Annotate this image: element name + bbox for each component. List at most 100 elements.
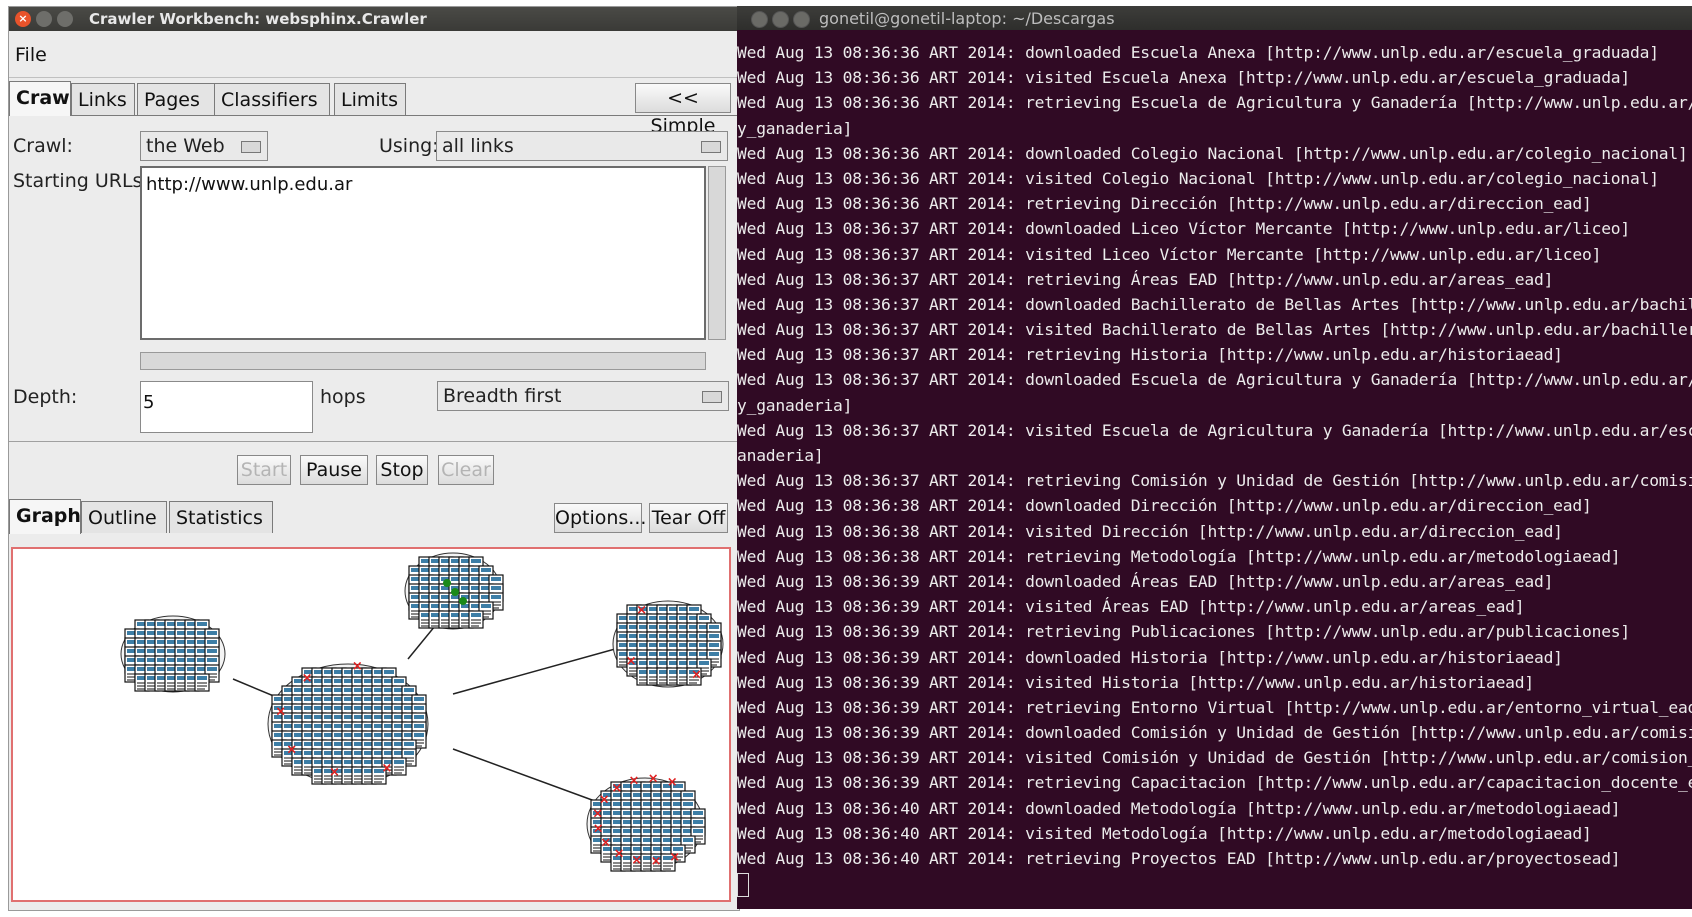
crawl-label: Crawl:	[13, 135, 73, 157]
terminal-line: y_ganaderia]	[737, 118, 853, 138]
graph-edge	[452, 748, 604, 805]
crawl-graph-panel[interactable]: × × × × × × × × × × × × × × × × × × × × ×	[11, 547, 731, 902]
error-mark-icon: ×	[599, 792, 610, 807]
crawl-graph[interactable]: ×××××××××××××××××× × × ×	[13, 549, 729, 900]
simple-mode-button[interactable]: << Simple	[635, 83, 731, 137]
terminal-line: Wed Aug 13 08:36:39 ART 2014: visited Ár…	[737, 597, 1525, 617]
tab-links[interactable]: Links	[71, 83, 135, 115]
graph-node-cluster[interactable]	[404, 552, 504, 630]
depth-label: Depth:	[13, 386, 78, 408]
starting-urls-textarea[interactable]: http://www.unlp.edu.ar	[140, 166, 706, 340]
visited-mark-icon	[451, 588, 459, 596]
terminal-titlebar: gonetil@gonetil-laptop: ~/Descargas	[737, 6, 1692, 30]
terminal-line: Wed Aug 13 08:36:37 ART 2014: retrieving…	[737, 269, 1554, 289]
dropdown-arrow-icon	[701, 141, 721, 153]
maximize-window-button[interactable]	[57, 11, 73, 27]
close-window-button[interactable]	[751, 11, 768, 28]
clear-button[interactable]: Clear	[438, 455, 494, 485]
tear-off-button[interactable]: Tear Off	[649, 503, 728, 533]
terminal-line: Wed Aug 13 08:36:39 ART 2014: visited Co…	[737, 748, 1692, 768]
window-title: Crawler Workbench: websphinx.Crawler	[89, 10, 427, 28]
minimize-window-button[interactable]	[36, 11, 52, 27]
maximize-window-button[interactable]	[793, 11, 810, 28]
link-type-select[interactable]: all links	[436, 131, 728, 161]
link-type-value: all links	[442, 135, 514, 157]
terminal-line: Wed Aug 13 08:36:40 ART 2014: visited Me…	[737, 823, 1592, 843]
tab-pages[interactable]: Pages	[137, 83, 221, 115]
minimize-window-button[interactable]	[772, 11, 789, 28]
pause-button[interactable]: Pause	[300, 455, 368, 485]
terminal-line: Wed Aug 13 08:36:36 ART 2014: visited Es…	[737, 68, 1630, 88]
crawler-workbench-window: × Crawler Workbench: websphinx.Crawler F…	[8, 6, 740, 911]
hops-label: hops	[320, 386, 366, 408]
search-order-value: Breadth first	[443, 385, 562, 407]
terminal-line: Wed Aug 13 08:36:39 ART 2014: retrieving…	[737, 697, 1692, 717]
terminal-line: Wed Aug 13 08:36:39 ART 2014: downloaded…	[737, 647, 1563, 667]
graph-node-cluster[interactable]: × × ×	[612, 600, 724, 688]
terminal-line: Wed Aug 13 08:36:36 ART 2014: downloaded…	[737, 143, 1688, 163]
search-order-select[interactable]: Breadth first	[437, 381, 729, 411]
crawl-scope-select[interactable]: the Web	[140, 131, 268, 161]
terminal-line: Wed Aug 13 08:36:37 ART 2014: retrieving…	[737, 471, 1692, 491]
terminal-line: Wed Aug 13 08:36:40 ART 2014: downloaded…	[737, 798, 1621, 818]
crawler-titlebar: × Crawler Workbench: websphinx.Crawler	[9, 7, 739, 31]
terminal-line: Wed Aug 13 08:36:40 ART 2014: retrieving…	[737, 849, 1621, 868]
start-button[interactable]: Start	[237, 455, 291, 485]
tab-outline[interactable]: Outline	[81, 501, 167, 533]
terminal-title: gonetil@gonetil-laptop: ~/Descargas	[819, 9, 1115, 28]
dropdown-arrow-icon	[702, 391, 722, 403]
error-mark-icon: ×	[352, 659, 363, 674]
terminal-window: gonetil@gonetil-laptop: ~/Descargas Wed …	[737, 6, 1692, 909]
terminal-prompt[interactable]	[737, 871, 1692, 897]
error-mark-icon: ×	[275, 705, 286, 720]
terminal-output[interactable]: Wed Aug 13 08:36:36 ART 2014: downloaded…	[737, 30, 1692, 909]
terminal-line: Wed Aug 13 08:36:37 ART 2014: downloaded…	[737, 370, 1692, 390]
menu-file[interactable]: File	[15, 44, 47, 66]
graph-node-cluster-root[interactable]: × × × × × ×	[267, 659, 429, 785]
graph-clusters: ×××××××××××××××××× × × ×	[120, 552, 724, 872]
error-mark-icon: ×	[631, 853, 642, 868]
tab-graph[interactable]: Graph	[9, 499, 81, 534]
config-tab-bar: Crawl Links Pages Classifiers Limits << …	[9, 79, 739, 137]
using-label: Using:	[379, 135, 439, 157]
terminal-line: y_ganaderia]	[737, 395, 853, 415]
terminal-line: Wed Aug 13 08:36:37 ART 2014: visited Es…	[737, 420, 1692, 440]
menu-bar: File	[9, 31, 739, 78]
depth-input[interactable]: 5	[140, 381, 313, 433]
terminal-line: Wed Aug 13 08:36:39 ART 2014: visited Hi…	[737, 672, 1534, 692]
terminal-line: Wed Aug 13 08:36:39 ART 2014: downloaded…	[737, 723, 1692, 743]
terminal-line: Wed Aug 13 08:36:36 ART 2014: visited Co…	[737, 168, 1659, 188]
close-window-button[interactable]: ×	[15, 11, 31, 27]
terminal-line: Wed Aug 13 08:36:39 ART 2014: retrieving…	[737, 773, 1692, 793]
tab-classifiers[interactable]: Classifiers	[214, 83, 330, 115]
error-mark-icon: ×	[614, 846, 625, 861]
error-mark-icon: ×	[600, 836, 611, 851]
error-mark-icon: ×	[626, 654, 637, 669]
terminal-line: Wed Aug 13 08:36:39 ART 2014: downloaded…	[737, 571, 1554, 591]
divider	[9, 441, 739, 442]
error-mark-icon: ×	[302, 671, 313, 686]
error-mark-icon: ×	[381, 761, 392, 776]
terminal-cursor	[737, 872, 749, 897]
graph-node-cluster[interactable]: ××××××××× × × ×	[586, 772, 706, 872]
terminal-line: Wed Aug 13 08:36:37 ART 2014: visited Li…	[737, 244, 1602, 264]
error-mark-icon: ×	[629, 774, 640, 789]
terminal-line: Wed Aug 13 08:36:38 ART 2014: visited Di…	[737, 521, 1563, 541]
options-button[interactable]: Options...	[554, 503, 646, 533]
tab-statistics[interactable]: Statistics	[169, 501, 273, 533]
error-mark-icon: ×	[286, 742, 297, 757]
terminal-line: Wed Aug 13 08:36:36 ART 2014: retrieving…	[737, 93, 1692, 113]
tab-crawl[interactable]: Crawl	[9, 81, 76, 116]
terminal-line: Wed Aug 13 08:36:37 ART 2014: retrieving…	[737, 345, 1563, 365]
crawl-scope-value: the Web	[146, 135, 225, 157]
visited-mark-icon	[459, 597, 467, 605]
graph-node-cluster[interactable]	[120, 615, 226, 693]
terminal-line: Wed Aug 13 08:36:39 ART 2014: retrieving…	[737, 622, 1630, 642]
error-mark-icon: ×	[651, 854, 662, 869]
starting-urls-label: Starting URLs:	[13, 170, 149, 192]
terminal-line: Wed Aug 13 08:36:37 ART 2014: downloaded…	[737, 294, 1692, 314]
tab-limits[interactable]: Limits	[334, 83, 406, 115]
urls-vertical-scrollbar[interactable]	[708, 166, 726, 340]
stop-button[interactable]: Stop	[376, 455, 428, 485]
urls-horizontal-scrollbar[interactable]	[140, 352, 706, 370]
